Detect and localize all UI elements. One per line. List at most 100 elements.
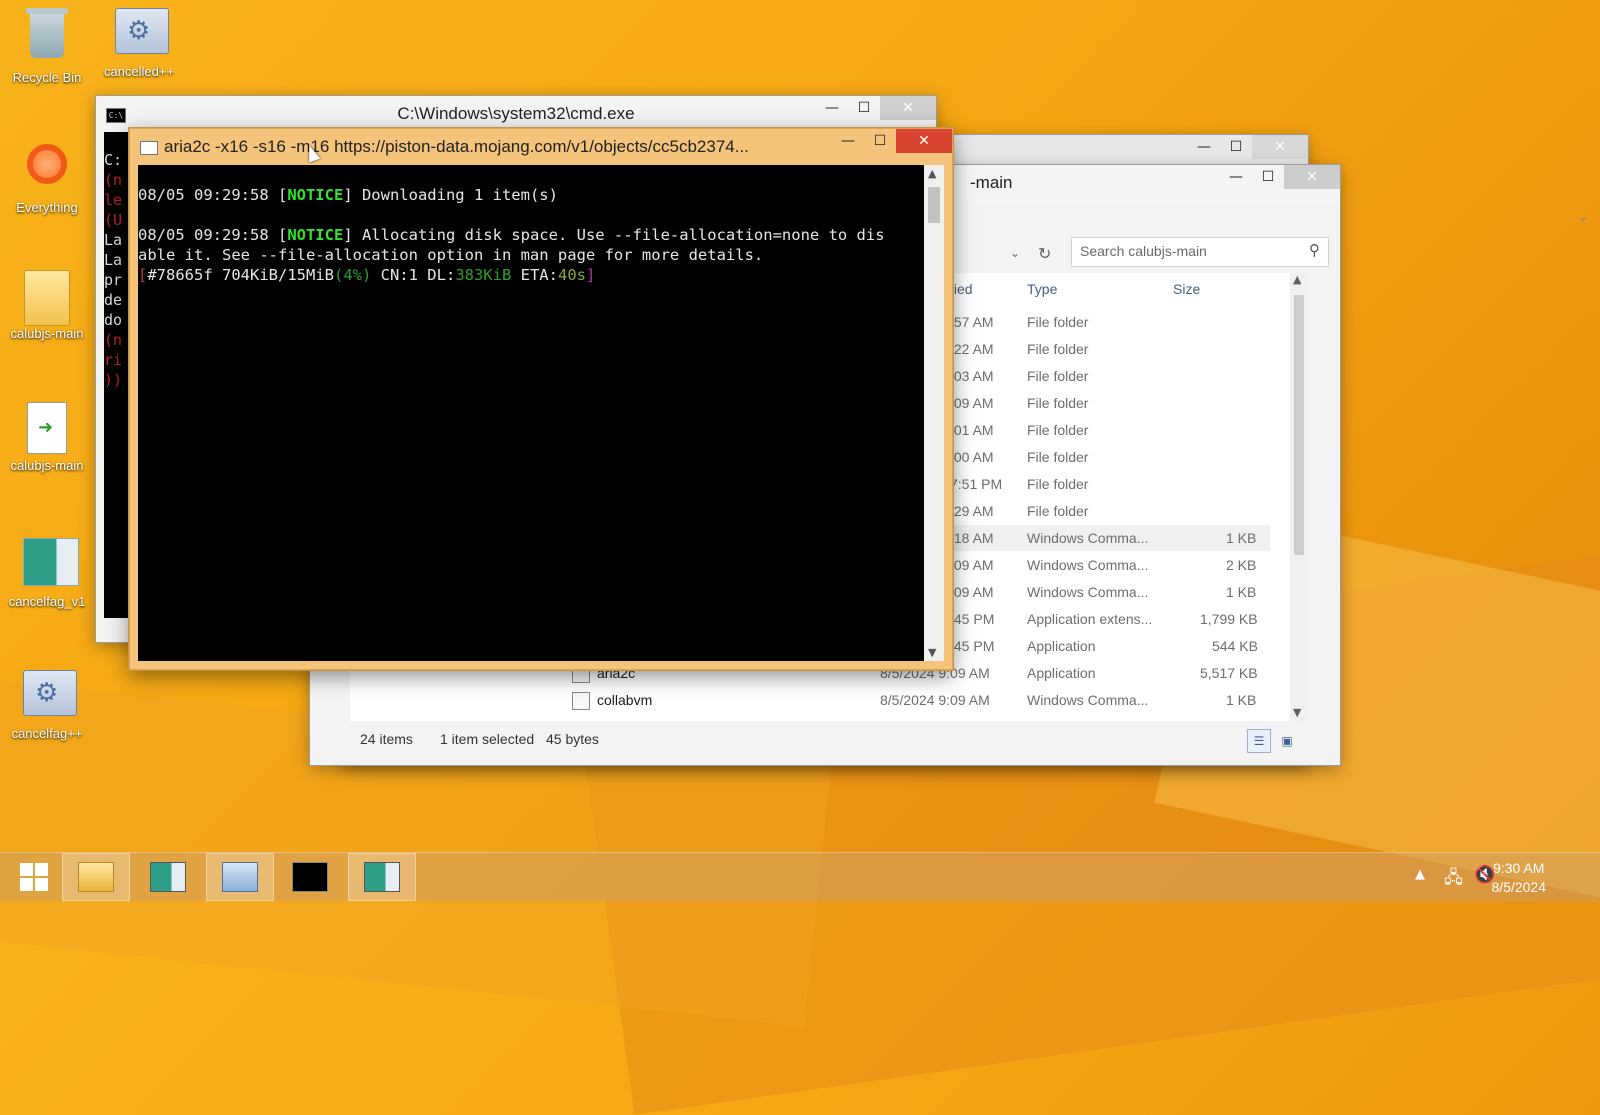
- show-hidden-icons-icon[interactable]: ▲: [1415, 867, 1425, 915]
- file-size: 544 KB: [1212, 638, 1258, 654]
- file-modified: :45 PM: [950, 638, 995, 654]
- title-bar[interactable]: aria2c -x16 -s16 -m16 https://piston-dat…: [130, 129, 952, 163]
- progress-eta: 40s: [557, 266, 586, 284]
- search-input[interactable]: Search calubjs-main ⚲: [1071, 237, 1329, 267]
- window-title: C:\Windows\system32\cmd.exe: [397, 104, 635, 123]
- selection-count: 1 item selected: [440, 731, 535, 747]
- file-type: Windows Comma...: [1027, 692, 1149, 708]
- progress-bracket: [: [138, 266, 148, 284]
- desktop-icon-label: Recycle Bin: [12, 70, 82, 85]
- desktop-icon-calubjs-folder[interactable]: calubjs-main: [2, 270, 92, 341]
- gears-icon: ⚙: [23, 670, 77, 722]
- progress-download-speed: 383KiB: [455, 266, 512, 284]
- progress-gid-size: #78665f 704KiB/15MiB: [147, 266, 334, 284]
- log-timestamp: 08/05 09:29:58 [: [138, 186, 288, 204]
- desktop-icon-recycle-bin[interactable]: Recycle Bin: [2, 8, 92, 85]
- file-type: File folder: [1027, 368, 1089, 384]
- close-button[interactable]: ✕: [1284, 165, 1340, 189]
- file-type: Application: [1027, 638, 1096, 654]
- app-window-icon: [23, 538, 79, 590]
- details-view-icon[interactable]: ☰: [1247, 729, 1271, 753]
- file-row[interactable]: collabvm 8/5/2024 9:09 AM Windows Comma...…: [350, 687, 1270, 713]
- file-modified: :29 AM: [950, 503, 994, 519]
- progress-eta-label: ETA:: [511, 266, 558, 284]
- minimize-button[interactable]: —: [816, 96, 848, 120]
- vertical-scrollbar[interactable]: ▲ ▼: [1290, 273, 1308, 721]
- column-header-date-modified[interactable]: fied: [950, 281, 973, 297]
- terminal-line: 08/05 09:29:58 [NOTICE] Allocating disk …: [138, 225, 924, 245]
- file-size: 5,517 KB: [1200, 665, 1258, 681]
- refresh-icon[interactable]: ↻: [1038, 244, 1051, 263]
- minimize-button[interactable]: —: [1188, 135, 1220, 159]
- file-size: 1 KB: [1226, 584, 1257, 600]
- file-size: 1 KB: [1226, 530, 1257, 546]
- file-type: File folder: [1027, 341, 1089, 357]
- taskbar-cmd[interactable]: [276, 853, 344, 901]
- taskbar: ▲ 🖧 🔇 9:30 AM 8/5/2024: [0, 852, 1600, 901]
- search-icon[interactable]: ⚲: [1309, 241, 1320, 259]
- maximize-button[interactable]: ☐: [864, 129, 896, 153]
- file-type: File folder: [1027, 314, 1089, 330]
- file-modified: 8/5/2024 9:09 AM: [880, 692, 990, 708]
- address-bar[interactable]: ⌄ ↻: [970, 240, 1051, 268]
- network-icon[interactable]: 🖧: [1444, 865, 1463, 913]
- maximize-button[interactable]: ☐: [848, 96, 880, 120]
- scroll-thumb[interactable]: [928, 187, 940, 223]
- file-modified: :45 PM: [950, 611, 995, 627]
- scroll-down-icon[interactable]: ▼: [1293, 706, 1301, 719]
- column-header-size[interactable]: Size: [1173, 281, 1200, 297]
- folder-zip-icon: [23, 270, 71, 326]
- file-type: File folder: [1027, 503, 1089, 519]
- taskbar-file-explorer[interactable]: [62, 853, 130, 901]
- scroll-up-icon[interactable]: ▲: [928, 167, 936, 180]
- chevron-down-icon[interactable]: ⌄: [1010, 246, 1020, 260]
- desktop-icon-cancelfag-pp[interactable]: ⚙ cancelfag++: [2, 670, 92, 741]
- file-modified: :09 AM: [950, 584, 994, 600]
- minimize-button[interactable]: —: [1220, 165, 1252, 189]
- file-type: Application extens...: [1027, 611, 1153, 627]
- desktop-icon-calubjs-script[interactable]: ➜ calubjs-main: [2, 402, 92, 473]
- taskbar-aria2c[interactable]: [348, 853, 416, 901]
- file-type: File folder: [1027, 449, 1089, 465]
- windows-logo-icon: [20, 863, 48, 891]
- scroll-down-icon[interactable]: ▼: [928, 646, 936, 659]
- script-file-icon: ➜: [23, 402, 71, 454]
- column-header-type[interactable]: Type: [1027, 281, 1057, 297]
- maximize-button[interactable]: ☐: [1252, 165, 1284, 189]
- start-button[interactable]: [0, 853, 68, 901]
- taskbar-control-panel[interactable]: [206, 853, 274, 901]
- everything-search-icon: [23, 144, 71, 196]
- close-button[interactable]: ✕: [1252, 135, 1308, 159]
- vertical-scrollbar[interactable]: ▲ ▼: [924, 165, 944, 661]
- progress-percent: (4%): [333, 266, 372, 284]
- desktop-icon-label: cancelfag_v1: [8, 594, 86, 609]
- selection-size: 45 bytes: [546, 731, 599, 747]
- title-bar[interactable]: C:\ C:\Windows\system32\cmd.exe — ☐ ✕: [96, 96, 936, 132]
- file-name: collabvm: [597, 692, 653, 708]
- aria2c-window[interactable]: aria2c -x16 -s16 -m16 https://piston-dat…: [129, 128, 953, 670]
- file-modified: :03 AM: [950, 368, 994, 384]
- large-icons-view-icon[interactable]: ▣: [1275, 729, 1299, 753]
- file-type: Windows Comma...: [1027, 584, 1149, 600]
- file-modified: :09 AM: [950, 395, 994, 411]
- desktop-icon-everything[interactable]: Everything: [2, 140, 92, 215]
- desktop-icon-label: Everything: [16, 200, 78, 215]
- minimize-button[interactable]: —: [832, 129, 864, 153]
- clock-time: 9:30 AM: [1493, 860, 1545, 876]
- expand-ribbon-icon[interactable]: ⌄: [1577, 209, 1589, 225]
- progress-connections: CN:1 DL:: [371, 266, 456, 284]
- terminal-output[interactable]: 08/05 09:29:58 [NOTICE] Downloading 1 it…: [138, 165, 924, 661]
- maximize-button[interactable]: ☐: [1220, 135, 1252, 159]
- system-clock[interactable]: 9:30 AM 8/5/2024: [1492, 859, 1547, 897]
- desktop-icon-cancelfag-v1[interactable]: cancelfag_v1: [2, 538, 92, 609]
- log-message: ] Allocating disk space. Use --file-allo…: [343, 226, 885, 244]
- file-modified: :09 AM: [950, 557, 994, 573]
- scroll-thumb[interactable]: [1294, 295, 1304, 555]
- file-modified: 7:51 PM: [950, 476, 1003, 492]
- download-progress-line: [#78665f 704KiB/15MiB(4%) CN:1 DL:383KiB…: [138, 265, 924, 285]
- taskbar-app-window[interactable]: [134, 853, 202, 901]
- desktop-icon-cancelled[interactable]: ⚙ cancelled++: [94, 8, 184, 79]
- close-button[interactable]: ✕: [896, 129, 952, 153]
- scroll-up-icon[interactable]: ▲: [1293, 273, 1301, 286]
- close-button[interactable]: ✕: [880, 96, 936, 120]
